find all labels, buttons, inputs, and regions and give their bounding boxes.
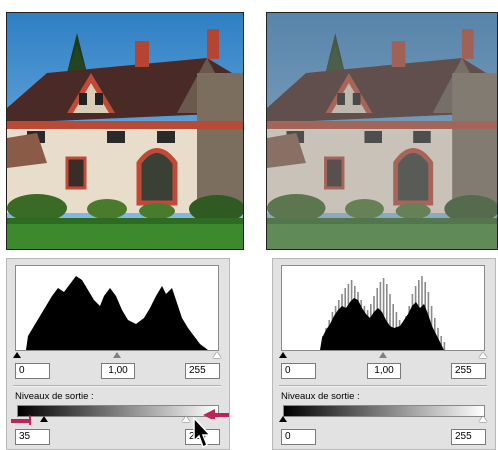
input-highlight-handle-left[interactable] <box>213 352 221 358</box>
histogram-right <box>281 265 485 351</box>
input-highlight-handle-right[interactable] <box>479 352 487 358</box>
input-shadow-field-left[interactable]: 0 <box>15 363 50 379</box>
output-highlight-handle-right[interactable] <box>479 416 487 422</box>
mouse-cursor-icon <box>193 417 211 449</box>
output-highlight-field-right[interactable]: 255 <box>451 429 486 445</box>
output-shadow-field-left[interactable]: 35 <box>15 429 50 445</box>
photo-before <box>6 12 244 250</box>
output-levels-label-right: Niveaux de sortie : <box>281 391 360 402</box>
input-gamma-handle-right[interactable] <box>379 352 387 358</box>
histogram-right-graph <box>320 276 446 350</box>
house-photo-original-icon <box>7 13 243 249</box>
input-levels-slider-left[interactable] <box>13 351 221 359</box>
divider-right <box>279 385 487 387</box>
input-levels-slider-right[interactable] <box>279 351 487 359</box>
levels-panel-right: 0 1,00 255 Niveaux de sortie : 0 255 <box>272 258 496 450</box>
input-shadow-handle-left[interactable] <box>13 352 21 358</box>
output-shadow-handle-left[interactable] <box>40 416 49 422</box>
histogram-bar <box>443 342 446 350</box>
levels-panel-left: 0 1,00 255 Niveaux de sortie : 35 215 <box>6 258 230 450</box>
output-gradient-right <box>283 405 485 417</box>
photo-after <box>266 12 498 250</box>
divider-left <box>13 385 221 387</box>
output-highlight-handle-left[interactable] <box>181 416 190 422</box>
input-highlight-field-right[interactable]: 255 <box>451 363 486 379</box>
input-shadow-handle-right[interactable] <box>279 352 287 358</box>
output-shadow-handle-right[interactable] <box>279 416 287 422</box>
input-highlight-field-left[interactable]: 255 <box>185 363 220 379</box>
histogram-left <box>15 265 219 351</box>
output-shadow-field-right[interactable]: 0 <box>281 429 316 445</box>
arrow-right-icon <box>11 415 31 425</box>
input-shadow-field-right[interactable]: 0 <box>281 363 316 379</box>
input-gamma-field-left[interactable]: 1,00 <box>101 363 135 379</box>
input-gamma-handle-left[interactable] <box>113 352 121 358</box>
histogram-left-graph <box>26 276 208 350</box>
house-photo-low-contrast-icon <box>267 13 497 249</box>
input-gamma-field-right[interactable]: 1,00 <box>367 363 401 379</box>
output-levels-label-left: Niveaux de sortie : <box>15 391 94 402</box>
